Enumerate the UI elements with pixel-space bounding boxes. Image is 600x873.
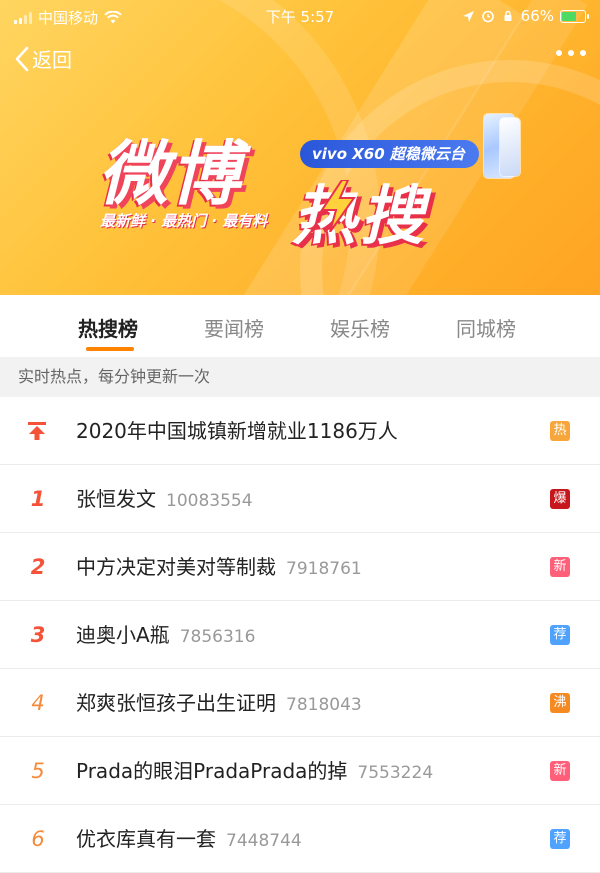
more-options-button[interactable] (556, 50, 586, 56)
alarm-icon (481, 10, 494, 23)
list-item-title: 优衣库真有一套 7448744 (76, 827, 302, 851)
more-dot-icon (580, 50, 586, 56)
list-item-title: 郑爽张恒孩子出生证明 7818043 (76, 691, 362, 715)
chevron-left-icon (15, 46, 29, 71)
active-tab-indicator (86, 347, 134, 351)
ranking-tabs: 热搜榜 要闻榜 娱乐榜 同城榜 (0, 295, 600, 357)
tab-entertainment[interactable]: 娱乐榜 (330, 313, 390, 342)
heat-count: 7448744 (226, 831, 302, 851)
tab-news[interactable]: 要闻榜 (204, 313, 264, 342)
list-item[interactable]: 3 迪奥小A瓶 7856316 荐 (0, 601, 600, 669)
list-item-title: Prada的眼泪PradaPrada的掉 7553224 (76, 759, 434, 783)
hot-badge: 热 (550, 421, 570, 441)
boiling-badge: 沸 (550, 693, 570, 713)
heat-count: 7918761 (286, 559, 362, 579)
back-label: 返回 (32, 48, 72, 72)
recommended-badge: 荐 (550, 829, 570, 849)
tab-local[interactable]: 同城榜 (456, 313, 516, 342)
rank-number: 4 (31, 691, 45, 715)
battery-percent: 66% (520, 7, 554, 25)
new-badge: 新 (550, 557, 570, 577)
location-icon (462, 10, 474, 22)
heat-count: 7818043 (286, 695, 362, 715)
rank-number: 2 (30, 555, 46, 579)
lightning-icon (320, 180, 356, 232)
hot-search-logo-text: 热搜 (292, 180, 428, 254)
list-item[interactable]: 2020年中国城镇新增就业1186万人 热 (0, 397, 600, 465)
hot-search-list: 2020年中国城镇新增就业1186万人 热 1 张恒发文 10083554 爆 2… (0, 397, 600, 873)
heat-count: 10083554 (166, 491, 253, 511)
update-notice: 实时热点，每分钟更新一次 (0, 357, 600, 397)
more-dot-icon (556, 50, 562, 56)
battery-icon (560, 9, 589, 23)
list-item-title: 迪奥小A瓶 7856316 (76, 623, 256, 647)
list-item[interactable]: 2 中方决定对美对等制裁 7918761 新 (0, 533, 600, 601)
list-item-title: 张恒发文 10083554 (76, 487, 253, 511)
more-dot-icon (568, 50, 574, 56)
rank-number: 5 (31, 759, 45, 783)
heat-count: 7856316 (179, 627, 256, 647)
banner-slogan: 最新鲜 · 最热门 · 最有料 (100, 212, 268, 230)
list-item[interactable]: 4 郑爽张恒孩子出生证明 7818043 沸 (0, 669, 600, 737)
phone-image (500, 118, 520, 176)
rank-number: 3 (30, 623, 46, 647)
rotation-lock-icon (504, 10, 512, 21)
pinned-arrow-icon (28, 422, 46, 440)
hot-search-banner: 中国移动 下午 5:57 66% 返回 微博 vivo X60 超稳微云台 热搜… (0, 0, 600, 295)
tab-hot-search[interactable]: 热搜榜 (78, 313, 138, 342)
new-badge: 新 (550, 761, 570, 781)
weibo-logo-text: 微博 (98, 133, 242, 215)
sponsor-badge: vivo X60 超稳微云台 (300, 140, 479, 168)
recommended-badge: 荐 (550, 625, 570, 645)
back-button[interactable]: 返回 (14, 44, 72, 73)
list-item-title: 2020年中国城镇新增就业1186万人 (76, 419, 398, 443)
list-item[interactable]: 6 优衣库真有一套 7448744 荐 (0, 805, 600, 873)
status-bar: 中国移动 下午 5:57 66% (0, 0, 600, 32)
rank-number: 1 (30, 487, 46, 511)
list-item-title: 中方决定对美对等制裁 7918761 (76, 555, 362, 579)
list-item[interactable]: 1 张恒发文 10083554 爆 (0, 465, 600, 533)
list-item[interactable]: 5 Prada的眼泪PradaPrada的掉 7553224 新 (0, 737, 600, 805)
rank-number: 6 (31, 827, 45, 851)
heat-count: 7553224 (357, 763, 434, 783)
boom-badge: 爆 (550, 489, 570, 509)
